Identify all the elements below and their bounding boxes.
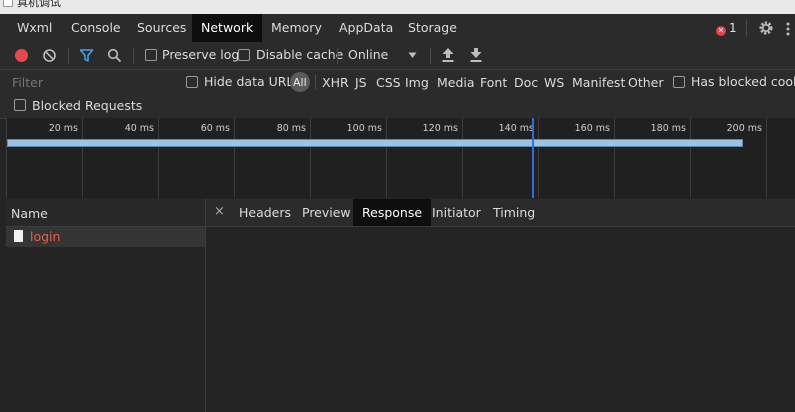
tab-initiator[interactable]: Initiator bbox=[423, 199, 490, 226]
divider bbox=[746, 20, 747, 36]
has-blocked-cookies-label[interactable]: Has blocked cookies bbox=[691, 74, 795, 89]
timeline-tick: 180 ms bbox=[650, 123, 686, 134]
request-details: × Headers Preview Response Initiator Tim… bbox=[206, 199, 795, 412]
type-filter-other[interactable]: Other bbox=[628, 75, 664, 90]
grid-line bbox=[310, 118, 311, 198]
tab-sources[interactable]: Sources bbox=[128, 14, 195, 42]
network-overview[interactable]: 20 ms 40 ms 60 ms 80 ms 100 ms 120 ms 14… bbox=[6, 118, 795, 198]
details-tab-bar: × Headers Preview Response Initiator Tim… bbox=[206, 199, 795, 227]
name-column-header[interactable]: Name bbox=[6, 199, 205, 227]
blocked-requests-label[interactable]: Blocked Requests bbox=[32, 98, 142, 113]
tab-preview[interactable]: Preview bbox=[293, 199, 360, 226]
timeline-tick: 60 ms bbox=[200, 123, 230, 134]
tab-response[interactable]: Response bbox=[353, 199, 432, 226]
tab-console[interactable]: Console bbox=[62, 14, 130, 42]
type-filter-xhr[interactable]: XHR bbox=[322, 75, 349, 90]
type-filter-ws[interactable]: WS bbox=[544, 75, 564, 90]
grid-line bbox=[614, 118, 615, 198]
type-filter-manifest[interactable]: Manifest bbox=[572, 75, 625, 90]
has-blocked-cookies-checkbox[interactable] bbox=[673, 76, 685, 88]
tab-headers[interactable]: Headers bbox=[230, 199, 300, 226]
window-title-bar: 真机调试 bbox=[0, 0, 795, 14]
settings-gear-icon[interactable] bbox=[758, 20, 774, 36]
grid-line bbox=[158, 118, 159, 198]
dropdown-arrow-icon[interactable] bbox=[408, 52, 417, 59]
timeline-marker bbox=[532, 118, 534, 198]
error-x-icon: ✕ bbox=[716, 26, 726, 36]
grid-line bbox=[234, 118, 235, 198]
type-filter-js[interactable]: JS bbox=[355, 75, 367, 90]
timeline-tick: 100 ms bbox=[346, 123, 382, 134]
timeline-tick: 160 ms bbox=[574, 123, 610, 134]
request-waterfall-bar bbox=[7, 139, 743, 147]
tab-memory[interactable]: Memory bbox=[262, 14, 331, 42]
divider bbox=[133, 48, 134, 64]
type-filter-font[interactable]: Font bbox=[480, 75, 507, 90]
record-icon[interactable] bbox=[14, 48, 29, 63]
request-name: login bbox=[30, 229, 61, 244]
filter-input[interactable] bbox=[6, 73, 177, 91]
grid-line bbox=[82, 118, 83, 198]
grid-line bbox=[386, 118, 387, 198]
search-icon[interactable] bbox=[107, 48, 122, 63]
timeline-tick: 80 ms bbox=[276, 123, 306, 134]
hide-data-urls-label[interactable]: Hide data URLs bbox=[204, 74, 300, 89]
preserve-log-checkbox[interactable] bbox=[145, 49, 157, 61]
has-blocked-cookies-clip: Has blocked cookies bbox=[691, 74, 795, 92]
filter-funnel-icon[interactable] bbox=[79, 48, 94, 63]
grid-line bbox=[690, 118, 691, 198]
tab-network[interactable]: Network bbox=[192, 14, 263, 42]
throttling-select[interactable]: Online bbox=[348, 47, 388, 62]
divider bbox=[337, 48, 338, 64]
hide-data-urls-checkbox[interactable] bbox=[186, 76, 198, 88]
devtools-tab-bar: Wxml Console Sources Network Memory AppD… bbox=[0, 14, 795, 43]
import-har-icon[interactable] bbox=[441, 47, 455, 63]
tab-wxml[interactable]: Wxml bbox=[8, 14, 61, 42]
tab-timing[interactable]: Timing bbox=[484, 199, 544, 226]
close-icon[interactable]: × bbox=[214, 204, 225, 219]
timeline-tick: 40 ms bbox=[124, 123, 154, 134]
tab-appdata[interactable]: AppData bbox=[330, 14, 402, 42]
disable-cache-label[interactable]: Disable cache bbox=[256, 47, 343, 62]
type-filter-all[interactable]: All bbox=[293, 76, 307, 89]
clear-icon[interactable] bbox=[42, 48, 57, 63]
error-counter[interactable]: ✕ 1 bbox=[716, 21, 737, 36]
divider bbox=[315, 75, 316, 89]
tab-storage[interactable]: Storage bbox=[399, 14, 466, 42]
divider bbox=[68, 48, 69, 64]
disable-cache-checkbox[interactable] bbox=[238, 49, 250, 61]
type-filter-img[interactable]: Img bbox=[405, 75, 429, 90]
name-column-label: Name bbox=[11, 206, 48, 221]
type-filter-css[interactable]: CSS bbox=[376, 75, 401, 90]
app-icon bbox=[3, 0, 13, 7]
window-title: 真机调试 bbox=[17, 0, 61, 9]
preserve-log-label[interactable]: Preserve log bbox=[162, 47, 239, 62]
request-list: Name login bbox=[6, 199, 206, 412]
export-har-icon[interactable] bbox=[469, 47, 483, 63]
error-count: 1 bbox=[729, 21, 737, 35]
document-icon bbox=[14, 230, 23, 242]
grid-line bbox=[538, 118, 539, 198]
timeline-tick: 200 ms bbox=[726, 123, 762, 134]
divider bbox=[430, 48, 431, 64]
more-options-icon[interactable] bbox=[785, 21, 791, 37]
timeline-tick: 120 ms bbox=[422, 123, 458, 134]
blocked-requests-checkbox[interactable] bbox=[14, 99, 26, 111]
type-filter-doc[interactable]: Doc bbox=[514, 75, 538, 90]
grid-line bbox=[766, 118, 767, 198]
request-row[interactable]: login bbox=[6, 227, 205, 247]
type-filter-media[interactable]: Media bbox=[437, 75, 475, 90]
filter-bar: Hide data URLs All XHR JS CSS Img Media … bbox=[0, 70, 795, 119]
grid-line bbox=[462, 118, 463, 198]
timeline-tick: 20 ms bbox=[48, 123, 78, 134]
network-toolbar: Preserve log Disable cache Online bbox=[0, 42, 795, 70]
